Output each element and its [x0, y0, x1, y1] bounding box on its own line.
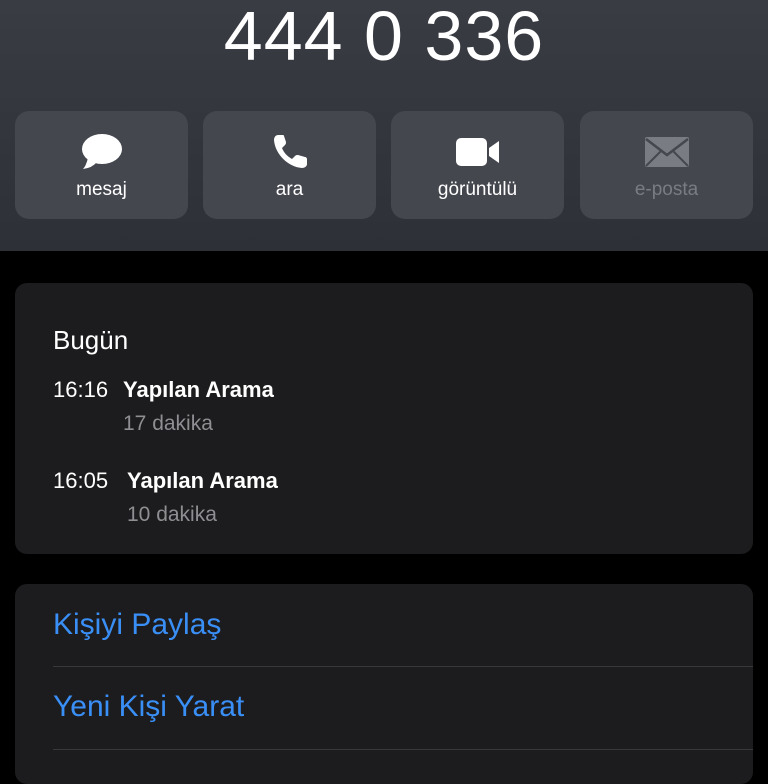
contact-header: 444 0 336 mesaj ara görüntülü e-posta: [0, 0, 768, 251]
day-heading: Bugün: [53, 325, 129, 355]
message-label: mesaj: [76, 179, 127, 200]
call-type: Yapılan Arama: [127, 468, 278, 493]
call-type: Yapılan Arama: [123, 377, 274, 402]
call-duration: 17 dakika: [123, 412, 213, 435]
mail-icon: [580, 133, 753, 171]
share-contact-link[interactable]: Kişiyi Paylaş: [53, 608, 221, 642]
email-button[interactable]: e-posta: [580, 111, 753, 219]
message-icon: [15, 133, 188, 171]
divider: [53, 666, 753, 667]
contact-options-card: Kişiyi Paylaş Yeni Kişi Yarat: [15, 584, 753, 784]
video-label: görüntülü: [437, 179, 518, 200]
create-contact-link[interactable]: Yeni Kişi Yarat: [53, 690, 244, 724]
email-label: e-posta: [634, 179, 699, 200]
call-time: 16:16: [53, 377, 109, 402]
call-label: ara: [275, 179, 304, 200]
call-duration: 10 dakika: [127, 503, 217, 526]
phone-icon: [203, 133, 376, 171]
contact-number: 444 0 336: [223, 0, 545, 75]
video-button[interactable]: görüntülü: [391, 111, 564, 219]
divider: [53, 749, 753, 750]
recent-calls-card: Bugün 16:16 Yapılan Arama 17 dakika 16:0…: [15, 283, 753, 554]
video-icon: [391, 133, 564, 171]
message-button[interactable]: mesaj: [15, 111, 188, 219]
call-time: 16:05: [53, 468, 109, 493]
call-button[interactable]: ara: [203, 111, 376, 219]
